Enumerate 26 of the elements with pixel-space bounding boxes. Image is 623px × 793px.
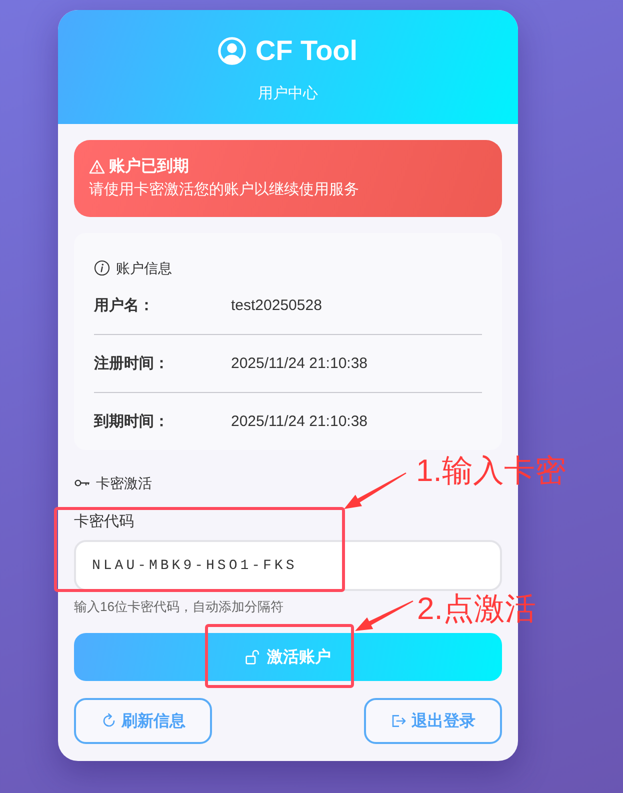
annotation-arrow (355, 600, 414, 631)
activate-button[interactable]: 激活账户 (74, 633, 502, 681)
section-heading: 卡密激活 (96, 474, 152, 492)
field-label: 到期时间： (94, 412, 170, 432)
input-label: 卡密代码 (74, 512, 134, 532)
refresh-button[interactable]: 刷新信息 (74, 698, 212, 744)
field-label: 用户名： (94, 296, 155, 316)
annotation-arrow (344, 472, 406, 509)
refresh-icon (100, 713, 116, 729)
app-title: CF Tool (255, 34, 358, 68)
field-value: 2025/11/24 21:10:38 (231, 412, 368, 432)
logout-icon (390, 713, 406, 729)
unlock-icon (245, 649, 261, 665)
alert-message: 请使用卡密激活您的账户以继续使用服务 (89, 180, 360, 200)
page-subtitle: 用户中心 (258, 84, 318, 104)
alert-title: 账户已到期 (109, 156, 189, 177)
info-icon (94, 260, 110, 276)
logout-button[interactable]: 退出登录 (364, 698, 502, 744)
field-label: 注册时间： (94, 354, 170, 374)
card-code-field[interactable]: NLAU-MBK9-HSO1-FKS (74, 540, 502, 591)
input-hint: 输入16位卡密代码，自动添加分隔符 (74, 599, 284, 615)
warning-icon (89, 159, 105, 175)
user-circle-icon (218, 37, 246, 65)
field-value: test20250528 (231, 296, 322, 316)
field-value: 2025/11/24 21:10:38 (231, 354, 368, 374)
section-heading: 账户信息 (116, 259, 172, 277)
